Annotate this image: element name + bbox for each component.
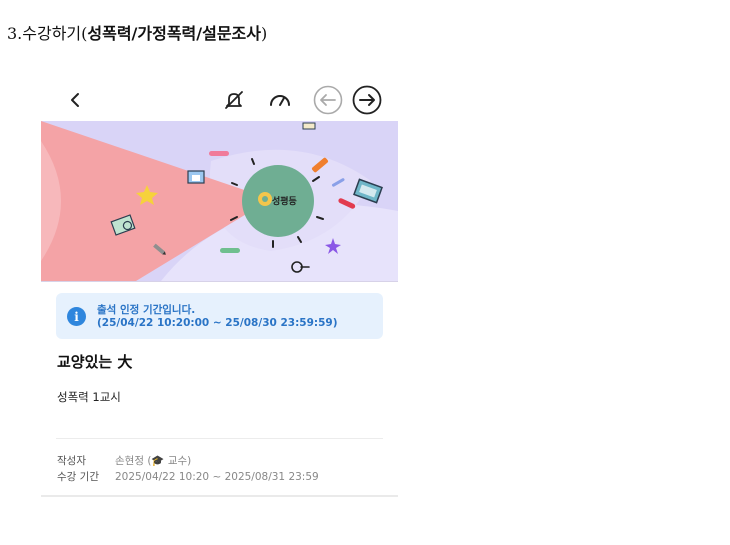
author-label: 작성자	[57, 455, 86, 467]
playback-speed-button[interactable]	[265, 85, 295, 115]
divider	[56, 438, 383, 439]
lesson-title: 성폭력 1교시	[57, 390, 121, 404]
attendance-notice: i 출석 인정 기간입니다. (25/04/22 10:20:00 ~ 25/0…	[56, 293, 383, 339]
lesson-banner-image[interactable]: 성평등	[41, 121, 398, 282]
author-value: 손현정 (🎓 교수)	[115, 455, 192, 467]
course-title: 교양있는 大	[57, 353, 133, 371]
heading-bold-text: 성폭력/가정폭력/설문조사	[87, 24, 261, 43]
next-icon	[352, 85, 382, 115]
mute-icon	[225, 91, 243, 109]
mobile-course-screen: 성평등 i 출석 인정 기간입니다. (25/04/22 10:20:00 ~ …	[41, 80, 398, 497]
period-value: 2025/04/22 10:20 ~ 2025/08/31 23:59	[115, 471, 319, 483]
previous-icon	[313, 85, 343, 115]
next-button[interactable]	[352, 85, 382, 115]
previous-button[interactable]	[313, 85, 343, 115]
notice-period: (25/04/22 10:20:00 ~ 25/08/30 23:59:59)	[97, 317, 338, 329]
back-button[interactable]	[61, 85, 91, 115]
back-icon	[71, 93, 79, 107]
mute-button[interactable]	[219, 85, 249, 115]
document-heading: 3.수강하기(성폭력/가정폭력/설문조사)	[7, 20, 267, 44]
info-icon: i	[67, 307, 86, 326]
period-label: 수강 기간	[57, 471, 99, 483]
top-toolbar	[41, 80, 398, 120]
heading-suffix: )	[261, 24, 268, 43]
bottom-divider	[41, 495, 398, 497]
banner-badge-text: 성평등	[272, 195, 297, 207]
notice-title: 출석 인정 기간입니다.	[97, 304, 196, 316]
heading-prefix: 3.수강하기(	[7, 24, 88, 43]
author-row: 작성자 손현정 (🎓 교수)	[57, 453, 191, 468]
period-row: 수강 기간 2025/04/22 10:20 ~ 2025/08/31 23:59	[57, 469, 319, 484]
speedometer-icon	[270, 95, 290, 106]
